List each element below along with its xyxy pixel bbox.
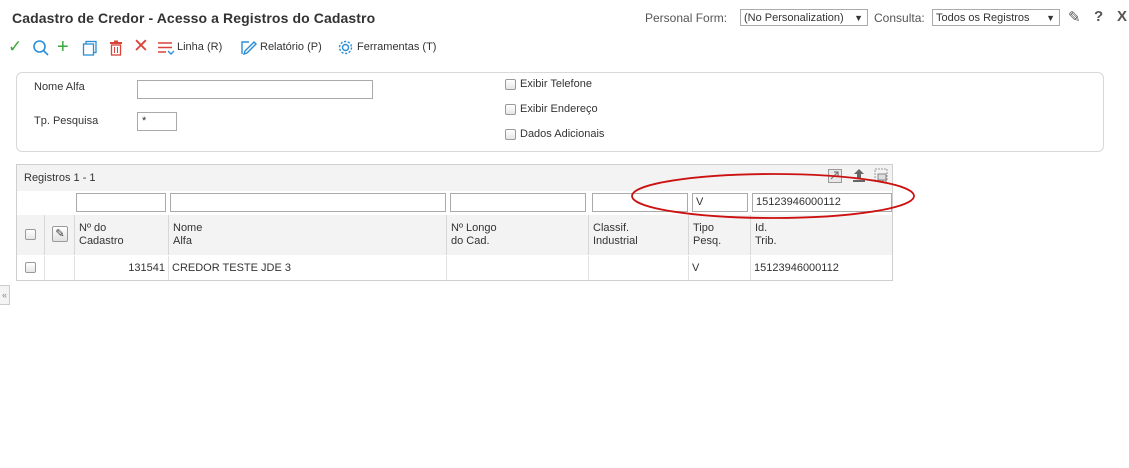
cell-numero-longo[interactable] [447,256,589,280]
table-row[interactable]: 131541 CREDOR TESTE JDE 3 V 151239460001… [17,256,892,280]
search-icon[interactable] [32,39,50,60]
dados-adicionais-label: Dados Adicionais [520,128,605,140]
exibir-endereco-label: Exibir Endereço [520,103,598,115]
tp-pesquisa-input[interactable]: * [137,112,177,131]
help-icon[interactable]: ? [1094,8,1103,25]
column-nome-line2: Alfa [173,235,192,247]
copy-icon[interactable] [82,40,98,59]
personal-form-label: Personal Form: [645,11,728,25]
chevron-down-icon: ▼ [854,13,863,23]
cell-id-trib[interactable]: 15123946000112 [751,256,892,280]
column-longo-line2: do Cad. [451,235,490,247]
records-count: Registros 1 - 1 [24,172,96,184]
nome-alfa-input[interactable] [137,80,373,99]
personal-form-select[interactable]: (No Personalization) ▼ [740,9,868,26]
column-idtrib-line1: Id. [755,222,768,234]
dados-adicionais-checkbox[interactable] [505,129,516,140]
column-idtrib-line2: Trib. [755,235,777,247]
filter-nome-alfa[interactable] [170,193,446,212]
row-select-cell [17,256,45,280]
column-numero-longo[interactable]: Nº Longo do Cad. [447,215,589,255]
select-all-checkbox[interactable] [25,229,36,240]
consulta-label: Consulta: [874,11,925,25]
column-classif-line2: Industrial [593,235,638,247]
linha-menu[interactable]: Linha (R) [177,41,222,53]
exibir-endereco-checkbox[interactable] [505,104,516,115]
filter-cadastro[interactable] [76,193,166,212]
check-icon[interactable]: ✓ [8,38,22,56]
add-icon[interactable]: + [57,37,69,57]
column-cadastro-line1: Nº do [79,222,107,234]
column-classif-line1: Classif. [593,222,630,234]
filter-numero-longo[interactable] [450,193,586,212]
personal-form-value: (No Personalization) [744,12,844,24]
collapse-icon[interactable]: « [0,285,10,305]
select-all-cell [17,215,45,255]
pencil-icon[interactable]: ✎ [52,226,68,242]
page-title: Cadastro de Credor - Acesso a Registros … [12,10,376,26]
column-cadastro[interactable]: Nº do Cadastro [75,215,169,255]
cell-cadastro[interactable]: 131541 [75,256,169,280]
chevron-down-icon: ▼ [1046,13,1055,23]
annotation-ellipse [631,173,915,219]
delete-icon[interactable] [109,40,123,59]
exibir-telefone-checkbox[interactable] [505,79,516,90]
close-icon[interactable]: X [1117,8,1127,25]
column-nome-alfa[interactable]: Nome Alfa [169,215,447,255]
exibir-telefone-label: Exibir Telefone [520,78,592,90]
row-edit-cell [45,256,75,280]
column-nome-line1: Nome [173,222,203,234]
consulta-select[interactable]: Todos os Registros ▼ [932,9,1060,26]
column-tipo-line2: Pesq. [693,235,722,247]
edit-icon[interactable]: ✎ [1068,8,1081,26]
tools-icon[interactable] [338,40,353,58]
ferramentas-menu[interactable]: Ferramentas (T) [357,41,436,53]
tp-pesquisa-label: Tp. Pesquisa [34,115,99,127]
cell-nome-alfa[interactable]: CREDOR TESTE JDE 3 [169,256,447,280]
row-checkbox[interactable] [25,262,36,273]
consulta-value: Todos os Registros [936,12,1030,24]
row-menu-icon[interactable] [157,40,175,59]
report-icon[interactable] [240,39,258,59]
edit-column-cell: ✎ [45,215,75,255]
column-longo-line1: Nº Longo [451,222,497,234]
cancel-icon[interactable]: ✕ [133,37,149,56]
column-cadastro-line2: Cadastro [79,235,124,247]
column-tipo-line1: Tipo [693,222,714,234]
cell-tipo-pesq[interactable]: V [689,256,751,280]
nome-alfa-label: Nome Alfa [34,81,85,93]
relatorio-menu[interactable]: Relatório (P) [260,41,322,53]
cell-classif-industrial[interactable] [589,256,689,280]
